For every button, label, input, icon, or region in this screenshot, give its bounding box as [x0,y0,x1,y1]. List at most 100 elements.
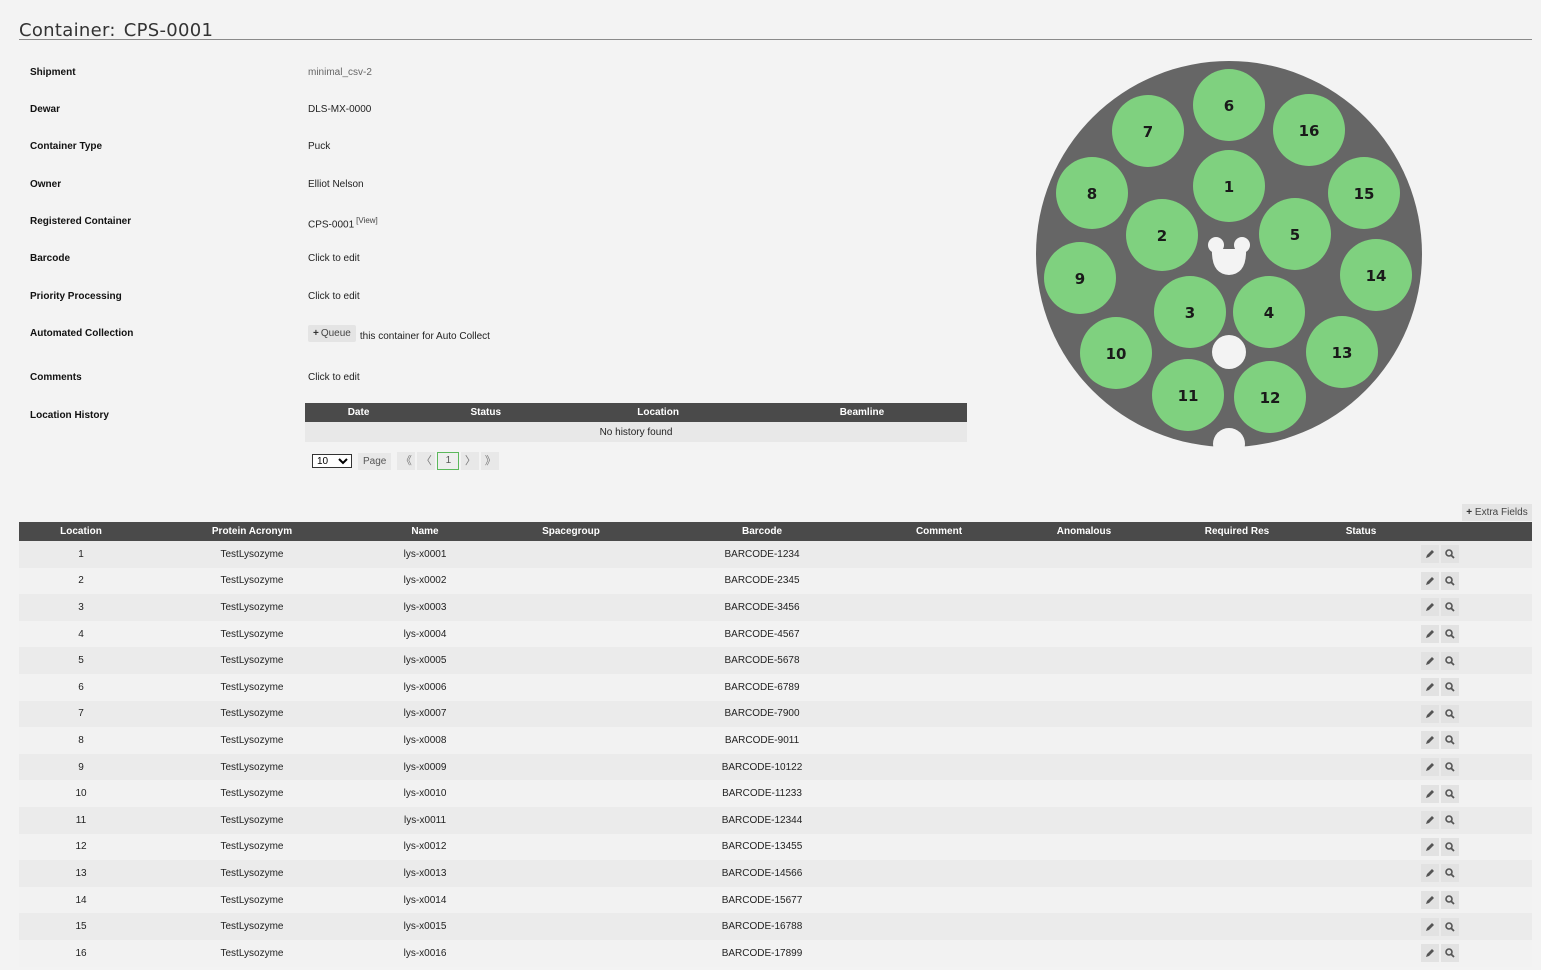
puck-slot[interactable]: 6 [1193,69,1265,141]
sample-row[interactable]: 7 TestLysozyme lys-x0007 BARCODE-7900 [19,700,1532,728]
puck-slot[interactable]: 2 [1126,199,1198,271]
edit-button[interactable] [1421,545,1439,564]
puck-slot[interactable]: 7 [1112,95,1184,167]
history-col-status[interactable]: Status [412,403,560,422]
edit-button[interactable] [1421,651,1439,670]
view-button[interactable] [1441,598,1459,617]
extra-fields-button[interactable]: + Extra Fields [1462,504,1532,521]
detail-dewar: Dewar DLS-MX-0000 [30,104,990,124]
col-name[interactable]: Name [361,522,489,541]
puck-slot[interactable]: 4 [1233,276,1305,348]
edit-button[interactable] [1421,704,1439,723]
col-protein-acronym[interactable]: Protein Acronym [143,522,361,541]
view-button[interactable] [1441,944,1459,963]
col-location[interactable]: Location [19,522,143,541]
cell-location: 14 [19,886,143,914]
view-button[interactable] [1441,625,1459,644]
puck-slot[interactable]: 1 [1193,150,1265,222]
col-anomalous[interactable]: Anomalous [1007,522,1161,541]
sample-row[interactable]: 15 TestLysozyme lys-x0015 BARCODE-16788 [19,913,1532,940]
comments-edit-field[interactable]: Click to edit [308,372,360,383]
view-button[interactable] [1441,917,1459,936]
puck-slot[interactable]: 9 [1044,242,1116,314]
puck-slot[interactable]: 16 [1273,94,1345,166]
view-button[interactable] [1441,731,1459,750]
edit-button[interactable] [1421,571,1439,590]
edit-button[interactable] [1421,837,1439,856]
cell-comment [871,541,1007,568]
view-button[interactable] [1441,651,1459,670]
sample-row[interactable]: 10 TestLysozyme lys-x0010 BARCODE-11233 [19,780,1532,807]
sample-row[interactable]: 16 TestLysozyme lys-x0016 BARCODE-17899 [19,939,1532,967]
col-status[interactable]: Status [1313,522,1409,541]
cell-name: lys-x0010 [361,780,489,807]
page-size-select[interactable]: 10 [312,454,352,468]
edit-button[interactable] [1421,864,1439,883]
container-type-label: Container Type [30,141,103,152]
sample-row[interactable]: 9 TestLysozyme lys-x0009 BARCODE-10122 [19,753,1532,781]
edit-button[interactable] [1421,678,1439,697]
sample-row[interactable]: 12 TestLysozyme lys-x0012 BARCODE-13455 [19,833,1532,861]
puck-slot[interactable]: 10 [1080,317,1152,389]
sample-row[interactable]: 11 TestLysozyme lys-x0011 BARCODE-12344 [19,806,1532,834]
cell-actions [1409,833,1532,861]
history-col-date[interactable]: Date [305,403,413,422]
edit-button[interactable] [1421,944,1439,963]
puck-slot[interactable]: 12 [1234,361,1306,433]
sample-row[interactable]: 3 TestLysozyme lys-x0003 BARCODE-3456 [19,594,1532,621]
view-button[interactable] [1441,758,1459,777]
view-registered-container-link[interactable]: [View] [356,216,378,225]
edit-button[interactable] [1421,917,1439,936]
sample-row[interactable]: 4 TestLysozyme lys-x0004 BARCODE-4567 [19,620,1532,648]
edit-button[interactable] [1421,758,1439,777]
edit-button[interactable] [1421,784,1439,803]
puck-slot[interactable]: 15 [1328,157,1400,229]
cell-spacegroup [489,700,653,728]
first-page-button[interactable]: 《 [397,452,416,470]
view-button[interactable] [1441,704,1459,723]
current-page-button[interactable]: 1 [437,452,460,470]
puck-slot[interactable]: 14 [1340,239,1412,311]
edit-button[interactable] [1421,731,1439,750]
cell-protein-acronym: TestLysozyme [143,727,361,754]
edit-button[interactable] [1421,598,1439,617]
col-comment[interactable]: Comment [871,522,1007,541]
sample-row[interactable]: 6 TestLysozyme lys-x0006 BARCODE-6789 [19,673,1532,701]
last-page-button[interactable]: 》 [481,452,500,470]
barcode-edit-field[interactable]: Click to edit [308,253,360,264]
shipment-value[interactable]: minimal_csv-2 [308,67,372,78]
history-col-location[interactable]: Location [559,403,757,422]
edit-button[interactable] [1421,891,1439,910]
view-button[interactable] [1441,811,1459,830]
sample-row[interactable]: 13 TestLysozyme lys-x0013 BARCODE-14566 [19,860,1532,887]
view-button[interactable] [1441,891,1459,910]
view-button[interactable] [1441,678,1459,697]
cell-spacegroup [489,753,653,781]
sample-row[interactable]: 8 TestLysozyme lys-x0008 BARCODE-9011 [19,727,1532,754]
col-required-res[interactable]: Required Res [1161,522,1313,541]
pencil-icon [1426,656,1434,665]
view-button[interactable] [1441,545,1459,564]
prev-page-button[interactable]: 〈 [417,452,436,470]
puck-slot[interactable]: 11 [1152,359,1224,431]
priority-processing-edit-field[interactable]: Click to edit [308,291,360,302]
sample-row[interactable]: 5 TestLysozyme lys-x0005 BARCODE-5678 [19,647,1532,674]
puck-slot[interactable]: 5 [1259,198,1331,270]
col-spacegroup[interactable]: Spacegroup [489,522,653,541]
puck-slot[interactable]: 3 [1154,276,1226,348]
history-col-beamline[interactable]: Beamline [756,403,967,422]
view-button[interactable] [1441,571,1459,590]
sample-row[interactable]: 14 TestLysozyme lys-x0014 BARCODE-15677 [19,886,1532,914]
sample-row[interactable]: 2 TestLysozyme lys-x0002 BARCODE-2345 [19,567,1532,595]
queue-button[interactable]: + Queue [308,325,356,342]
sample-row[interactable]: 1 TestLysozyme lys-x0001 BARCODE-1234 [19,541,1532,568]
view-button[interactable] [1441,864,1459,883]
edit-button[interactable] [1421,811,1439,830]
edit-button[interactable] [1421,625,1439,644]
next-page-button[interactable]: 〉 [461,452,480,470]
view-button[interactable] [1441,837,1459,856]
view-button[interactable] [1441,784,1459,803]
col-barcode[interactable]: Barcode [653,522,871,541]
puck-slot[interactable]: 13 [1306,316,1378,388]
puck-slot[interactable]: 8 [1056,157,1128,229]
